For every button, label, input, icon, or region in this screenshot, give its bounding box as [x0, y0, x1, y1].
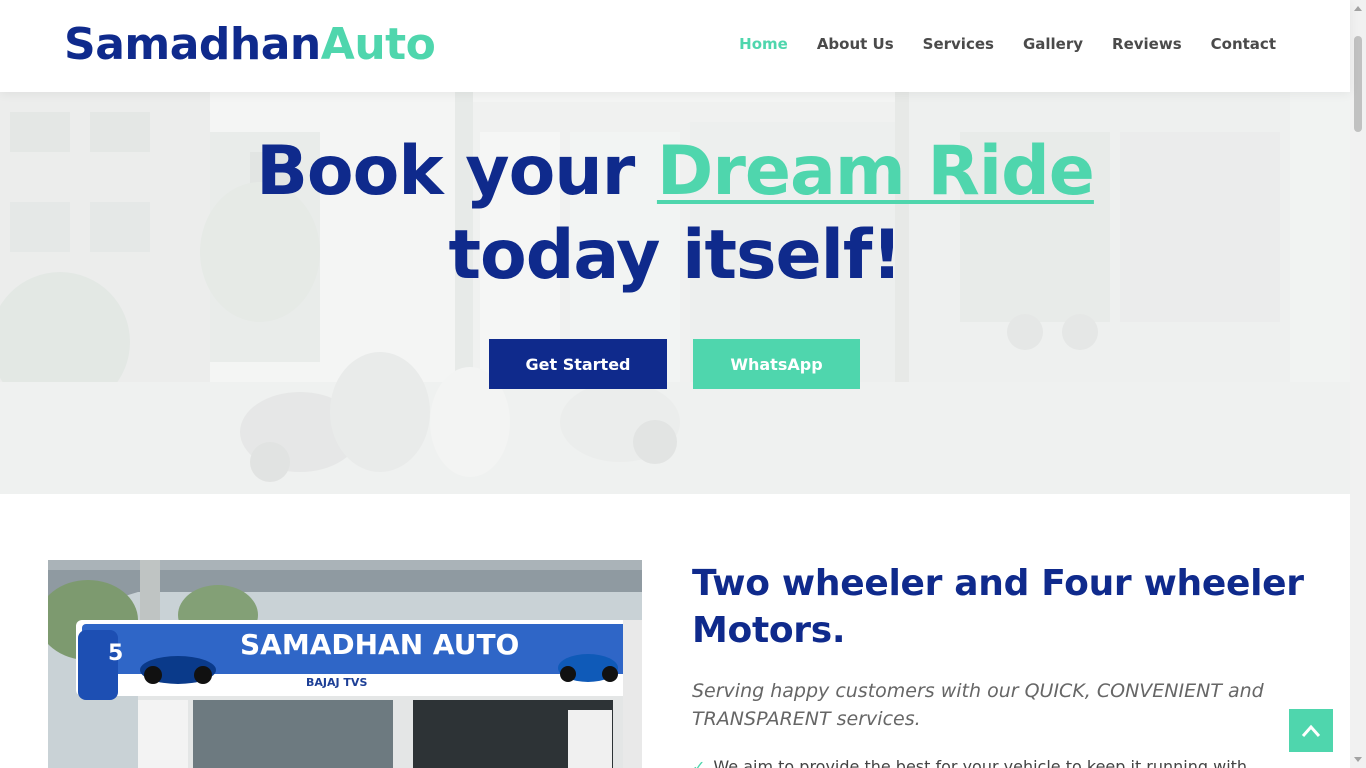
whatsapp-button[interactable]: WhatsApp: [693, 339, 860, 389]
nav-services[interactable]: Services: [923, 34, 994, 54]
nav-home[interactable]: Home: [739, 34, 788, 54]
get-started-button[interactable]: Get Started: [489, 339, 667, 389]
svg-text:5: 5: [108, 641, 123, 666]
about-subtitle: Serving happy customers with our QUICK, …: [692, 680, 1264, 730]
check-icon: ✓: [692, 757, 706, 768]
nav-gallery[interactable]: Gallery: [1023, 34, 1083, 54]
scroll-up-arrow[interactable]: [1354, 6, 1362, 11]
nav-about-us[interactable]: About Us: [817, 34, 894, 54]
back-to-top-button[interactable]: [1289, 709, 1333, 752]
brand-logo[interactable]: SamadhanAuto: [64, 18, 436, 72]
hero-title-highlight: Dream Ride: [656, 132, 1095, 211]
about-first-point-text: We aim to provide the best for your vehi…: [713, 757, 1248, 768]
chevron-up-icon: [1301, 724, 1321, 737]
hero-title-prefix: Book your: [256, 132, 657, 211]
scroll-thumb[interactable]: [1354, 36, 1362, 132]
site-header: SamadhanAuto Home About Us Services Gall…: [0, 0, 1350, 92]
nav-reviews[interactable]: Reviews: [1112, 34, 1182, 54]
hero-section: Book your Dream Ride today itself! Get S…: [0, 92, 1350, 494]
page-scrollbar[interactable]: [1350, 0, 1366, 768]
shop-photo: 5 SAMADHAN AUTO BAJAJ TVS: [48, 560, 642, 768]
shop-sign-text: SAMADHAN AUTO: [240, 628, 519, 661]
about-first-point: ✓ We aim to provide the best for your veh…: [692, 756, 1292, 768]
hero-title: Book your Dream Ride today itself!: [0, 130, 1350, 298]
brand-name-part2: Auto: [320, 19, 436, 70]
nav-contact[interactable]: Contact: [1211, 34, 1276, 54]
hero-title-suffix: today itself!: [448, 216, 902, 295]
shop-brands-text: BAJAJ TVS: [306, 676, 367, 689]
about-title: Two wheeler and Four wheeler Motors.: [692, 563, 1304, 651]
brand-name-part1: Samadhan: [64, 19, 321, 70]
main-nav: Home About Us Services Gallery Reviews C…: [710, 34, 1276, 54]
scroll-down-arrow[interactable]: [1354, 757, 1362, 762]
